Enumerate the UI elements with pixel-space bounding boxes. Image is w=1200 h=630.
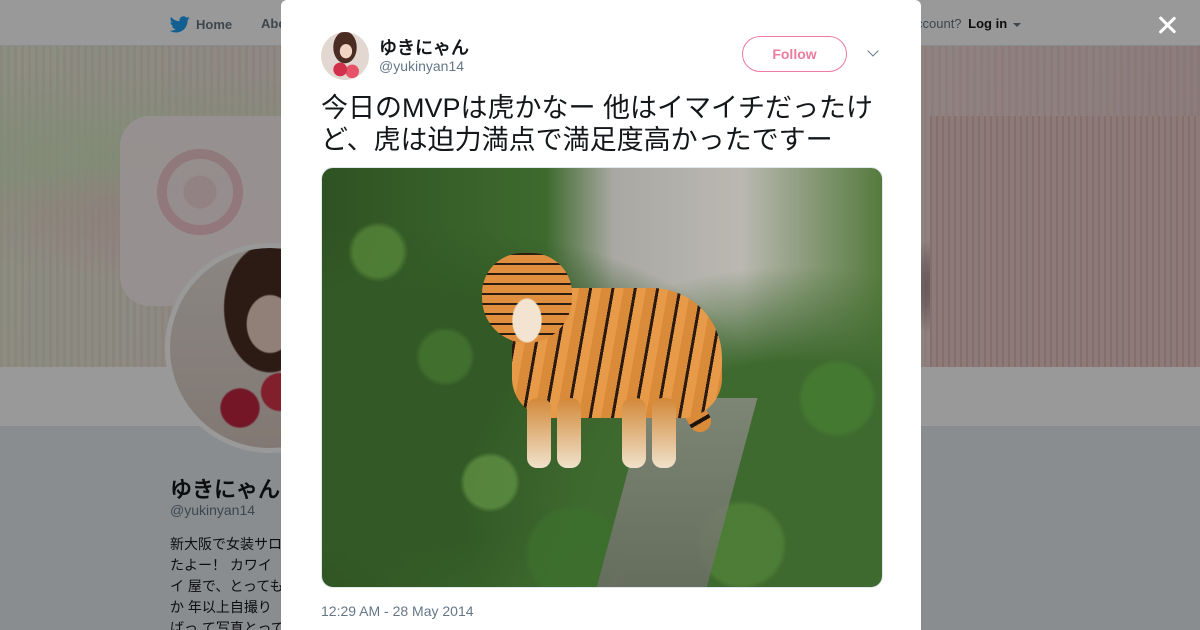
photo-tiger-leg	[557, 398, 581, 468]
tweet-author-handle[interactable]: @yukinyan14	[379, 58, 464, 74]
tweet-author-avatar[interactable]	[321, 32, 369, 80]
photo-tiger-leg	[527, 398, 551, 468]
tweet-author-name[interactable]: ゆきにゃん	[379, 34, 469, 60]
follow-button[interactable]: Follow	[742, 36, 847, 72]
close-icon[interactable]	[1152, 10, 1182, 40]
photo-tiger-leg	[622, 398, 646, 468]
tweet-modal: ゆきにゃん @yukinyan14 Follow 今日のMVPは虎かなー 他はイ…	[281, 0, 921, 630]
photo-tiger-head	[482, 253, 572, 343]
chevron-down-icon[interactable]	[866, 46, 880, 60]
tweet-timestamp[interactable]: 12:29 AM - 28 May 2014	[321, 603, 474, 619]
tweet-text: 今日のMVPは虎かなー 他はイマイチだったけど、虎は迫力満点で満足度高かったです…	[321, 93, 874, 155]
photo-tiger-leg	[652, 398, 676, 468]
tweet-photo[interactable]	[321, 167, 883, 588]
